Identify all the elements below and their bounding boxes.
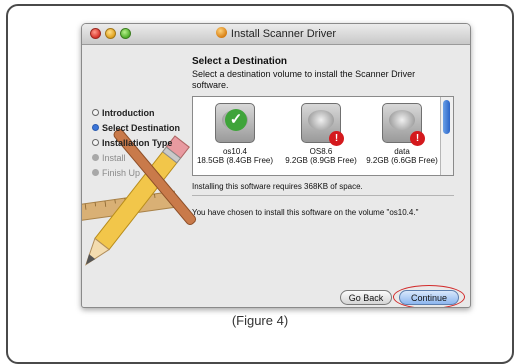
step-bullet-icon — [92, 109, 99, 116]
hard-disk-icon: ✓ — [215, 103, 255, 143]
installer-package-icon — [215, 27, 227, 38]
step-pending-bullet-icon — [92, 169, 99, 176]
step-install: Install — [92, 151, 180, 166]
scrollbar-thumb[interactable] — [443, 100, 450, 134]
step-select-destination: Select Destination — [92, 121, 180, 136]
hard-disk-icon: ! — [382, 103, 425, 146]
hard-disk-icon: ! — [301, 103, 344, 146]
go-back-button[interactable]: Go Back — [340, 290, 392, 305]
title-bar[interactable]: Install Scanner Driver — [82, 24, 470, 45]
step-current-bullet-icon — [92, 124, 99, 131]
step-finish-up: Finish Up — [92, 166, 180, 181]
step-label: Finish Up — [102, 168, 141, 178]
volume-data[interactable]: ! data 9.2GB (6.6GB Free) — [362, 103, 442, 165]
error-icon: ! — [410, 131, 425, 146]
destination-panel: Select a destination volume to install t… — [192, 69, 454, 289]
volume-size: 18.5GB (8.4GB Free) — [196, 156, 274, 165]
step-bullet-icon — [92, 139, 99, 146]
figure-caption: (Figure 4) — [231, 313, 289, 328]
installer-steps: Introduction Select Destination Installa… — [92, 106, 180, 181]
step-introduction: Introduction — [92, 106, 180, 121]
step-label: Installation Type — [102, 138, 173, 148]
window-title: Install Scanner Driver — [82, 27, 470, 40]
step-label: Select Destination — [102, 123, 181, 133]
panel-title: Select a Destination — [192, 56, 288, 67]
volume-size: 9.2GB (8.9GB Free) — [285, 156, 357, 165]
step-label: Install — [102, 153, 126, 163]
green-check-icon: ✓ — [225, 109, 247, 131]
volume-list-scrollbar[interactable] — [440, 97, 453, 175]
step-installation-type: Installation Type — [92, 136, 180, 151]
volume-size: 9.2GB (6.6GB Free) — [366, 156, 438, 165]
error-icon: ! — [329, 131, 344, 146]
window-title-text: Install Scanner Driver — [230, 28, 337, 40]
volume-list: ✓ os10.4 18.5GB (8.4GB Free) ! OS8.6 9.2… — [192, 96, 454, 176]
continue-highlight-ring — [393, 285, 465, 307]
step-label: Introduction — [102, 108, 155, 118]
divider — [192, 195, 454, 196]
space-requirement-text: Installing this software requires 368KB … — [192, 182, 363, 191]
panel-description: Select a destination volume to install t… — [192, 69, 416, 90]
step-pending-bullet-icon — [92, 154, 99, 161]
installer-window: Install Scanner Driver Introduction Sele… — [81, 23, 471, 308]
volume-os8-6[interactable]: ! OS8.6 9.2GB (8.9GB Free) — [281, 103, 361, 165]
installer-sidebar: Introduction Select Destination Installa… — [82, 44, 197, 307]
volume-name: os10.4 — [222, 147, 248, 156]
volume-name: data — [394, 147, 410, 156]
volume-os10-4[interactable]: ✓ os10.4 18.5GB (8.4GB Free) — [195, 103, 275, 165]
chosen-volume-text: You have chosen to install this software… — [192, 208, 419, 217]
volume-name: OS8.6 — [309, 147, 333, 156]
